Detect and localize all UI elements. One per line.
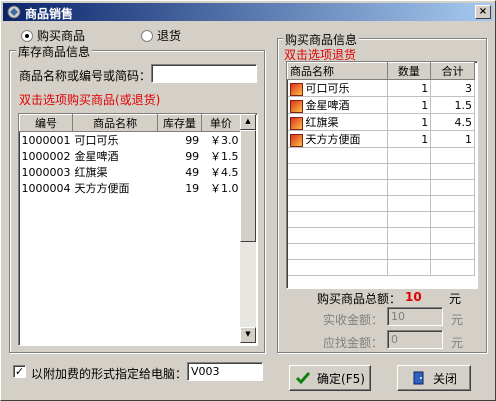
change-unit: 元 (451, 336, 464, 350)
radio-buy-label: 购买商品 (37, 29, 86, 43)
exit-door-icon (413, 371, 424, 385)
col-item-name[interactable]: 商品名称 (287, 62, 388, 80)
scroll-down-icon[interactable]: ▼ (240, 327, 256, 343)
purchase-item: 可口可乐 (287, 79, 388, 97)
purchase-row-empty (287, 147, 475, 164)
stock-price: ￥1.5 (210, 150, 239, 163)
product-icon (289, 82, 303, 96)
close-button-label: 关闭 (432, 371, 457, 386)
purchase-total: 3 (430, 79, 475, 97)
radio-return[interactable]: 退货 (141, 27, 181, 44)
stock-qty: 99 (185, 133, 200, 147)
stock-qty: 19 (185, 181, 200, 195)
product-icon (289, 133, 303, 147)
stock-id: 1000001 (21, 133, 71, 147)
search-label: 商品名称或编号或简码： (19, 69, 152, 83)
col-id[interactable]: 编号 (19, 114, 73, 132)
received-input[interactable]: 10 (387, 307, 443, 326)
surcharge-input[interactable]: V003 (187, 362, 263, 381)
stock-name: 可口可乐 (74, 134, 119, 147)
purchase-item-name: 可口可乐 (305, 82, 350, 95)
stock-row[interactable]: 1000001 可口可乐 99 ￥3.0 (20, 132, 241, 149)
purchase-row-empty (287, 179, 475, 196)
stock-hint: 双击选项购买商品(或退货) (19, 93, 161, 107)
purchase-row-empty (287, 211, 475, 228)
purchase-item-name: 金星啤酒 (305, 99, 350, 112)
purchase-item: 天方方便面 (287, 130, 388, 148)
received-unit: 元 (451, 313, 464, 327)
purchase-qty: 1 (387, 113, 432, 131)
stock-price: ￥4.5 (210, 166, 239, 179)
stock-name: 金星啤酒 (74, 150, 119, 163)
purchase-qty: 1 (387, 96, 432, 114)
ok-button-label: 确定(F5) (317, 371, 365, 386)
stock-price: ￥3.0 (210, 134, 239, 147)
close-button[interactable]: 关闭 (397, 365, 471, 391)
stock-id: 1000003 (21, 165, 71, 179)
product-icon (289, 99, 303, 113)
purchase-row-empty (287, 195, 475, 212)
purchase-qty: 1 (387, 130, 432, 148)
checkmark-icon (295, 372, 311, 385)
stock-price: ￥1.0 (210, 182, 239, 195)
radio-return-label: 退货 (157, 29, 182, 43)
purchase-list[interactable]: 商品名称 数量 合计 可口可乐 1 3 金星啤酒 1 1.5 红旗渠 1 4.5… (286, 61, 478, 289)
purchase-row[interactable]: 天方方便面 1 1 (287, 130, 475, 148)
search-input[interactable] (151, 64, 257, 83)
stock-group-label: 库存商品信息 (16, 43, 93, 60)
purchase-total: 1 (430, 130, 475, 148)
sales-dialog: 商品销售 × 购买商品 退货 库存商品信息 商品名称或编号或简码： 双击选项购买… (0, 0, 496, 401)
total-unit: 元 (449, 292, 462, 306)
total-label: 购买商品总额： (317, 292, 402, 306)
stock-row[interactable]: 1000004 天方方便面 19 ￥1.0 (20, 180, 241, 196)
stock-id: 1000002 (21, 149, 71, 163)
col-name[interactable]: 商品名称 (71, 114, 159, 132)
surcharge-checkbox[interactable]: ✓ (13, 365, 26, 378)
purchase-row-empty (287, 227, 475, 244)
surcharge-label: 以附加费的形式指定给电脑： (31, 367, 188, 381)
stock-name: 红旗渠 (74, 166, 108, 179)
purchase-row-empty (287, 163, 475, 180)
stock-scrollbar[interactable]: ▲ ▼ (240, 114, 256, 343)
col-qty[interactable]: 数量 (386, 62, 432, 80)
app-icon (7, 5, 21, 19)
purchase-row-empty (287, 243, 475, 260)
purchase-row[interactable]: 红旗渠 1 4.5 (287, 113, 475, 131)
window-title: 商品销售 (25, 7, 74, 21)
stock-qty: 49 (185, 165, 200, 179)
title-bar[interactable]: 商品销售 × (3, 3, 493, 21)
scroll-up-icon[interactable]: ▲ (240, 114, 256, 130)
col-total[interactable]: 合计 (430, 62, 475, 80)
stock-name: 天方方便面 (74, 182, 130, 195)
stock-list[interactable]: 编号 商品名称 库存量 单价 1000001 可口可乐 99 ￥3.0 1000… (18, 113, 258, 346)
purchase-row-empty (287, 259, 475, 276)
purchase-row[interactable]: 金星啤酒 1 1.5 (287, 96, 475, 114)
col-price[interactable]: 单价 (200, 114, 242, 132)
received-label: 实收金额： (323, 313, 384, 327)
purchase-row[interactable]: 可口可乐 1 3 (287, 79, 475, 97)
purchase-total: 4.5 (430, 113, 475, 131)
col-stock[interactable]: 库存量 (157, 114, 202, 132)
purchase-item: 金星啤酒 (287, 96, 388, 114)
stock-qty: 99 (185, 149, 200, 163)
total-value: 10 (405, 290, 422, 304)
radio-buy-indicator[interactable] (21, 29, 33, 42)
purchase-qty: 1 (387, 79, 432, 97)
stock-row[interactable]: 1000002 金星啤酒 99 ￥1.5 (20, 148, 241, 164)
purchase-item-name: 天方方便面 (305, 133, 361, 146)
change-label: 应找金额： (323, 336, 384, 350)
purchase-item-name: 红旗渠 (305, 116, 339, 129)
close-icon[interactable]: × (475, 5, 491, 19)
ok-button[interactable]: 确定(F5) (289, 365, 371, 391)
purchase-total: 1.5 (430, 96, 475, 114)
scroll-thumb[interactable] (240, 130, 256, 242)
radio-buy[interactable]: 购买商品 (21, 27, 85, 44)
change-input[interactable]: 0 (387, 330, 443, 349)
purchase-item: 红旗渠 (287, 113, 388, 131)
radio-return-indicator[interactable] (141, 29, 153, 42)
stock-id: 1000004 (21, 181, 71, 195)
product-icon (289, 116, 303, 130)
stock-row[interactable]: 1000003 红旗渠 49 ￥4.5 (20, 164, 241, 180)
